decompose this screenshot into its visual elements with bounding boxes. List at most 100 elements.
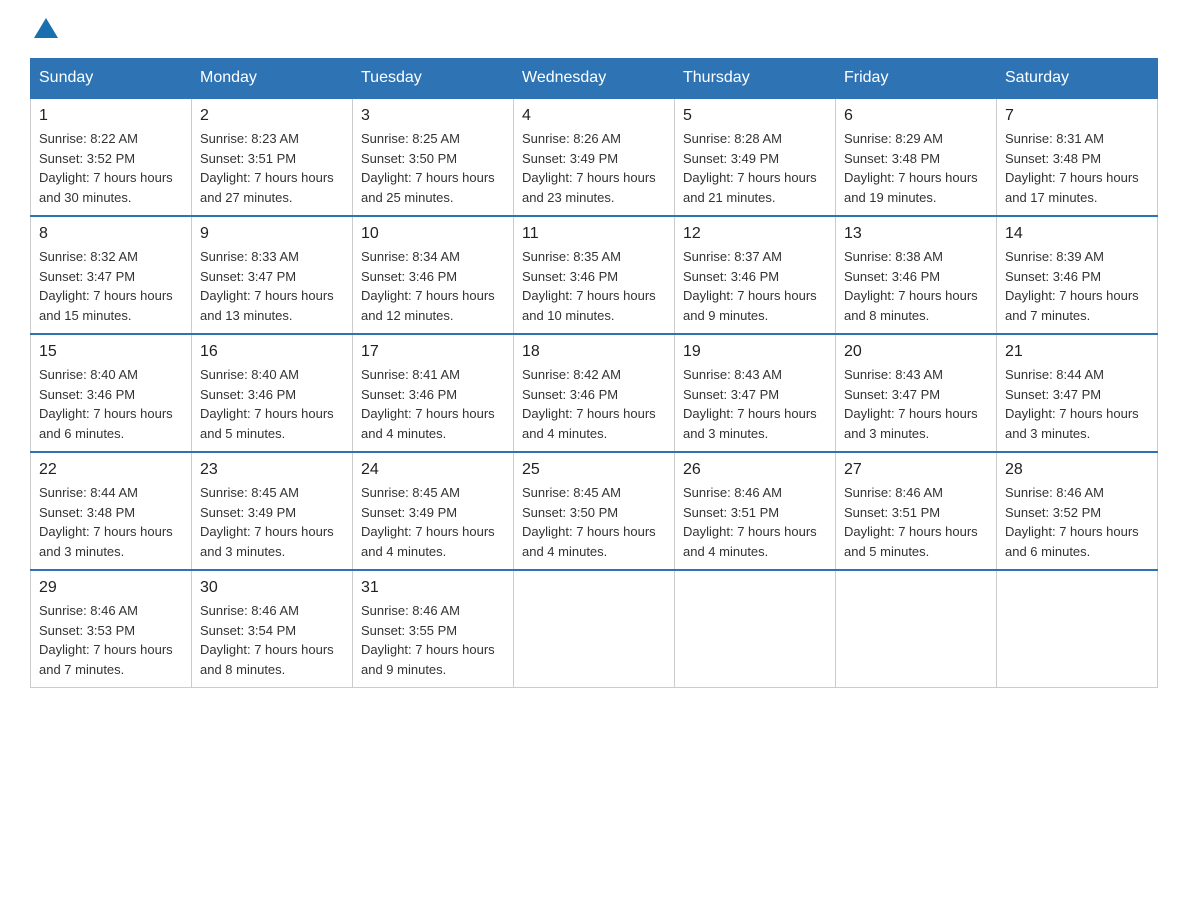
day-cell: 25 Sunrise: 8:45 AMSunset: 3:50 PMDayligh…	[514, 452, 675, 570]
day-cell: 10 Sunrise: 8:34 AMSunset: 3:46 PMDayligh…	[353, 216, 514, 334]
header-day-friday: Friday	[836, 59, 997, 99]
day-info: Sunrise: 8:31 AMSunset: 3:48 PMDaylight:…	[1005, 129, 1149, 207]
day-number: 11	[522, 225, 666, 243]
week-row-5: 29 Sunrise: 8:46 AMSunset: 3:53 PMDayligh…	[31, 570, 1158, 688]
day-number: 22	[39, 461, 183, 479]
logo-triangle-icon	[32, 16, 60, 44]
day-number: 1	[39, 107, 183, 125]
day-cell	[997, 570, 1158, 688]
day-number: 29	[39, 579, 183, 597]
day-number: 24	[361, 461, 505, 479]
day-number: 18	[522, 343, 666, 361]
day-cell: 28 Sunrise: 8:46 AMSunset: 3:52 PMDayligh…	[997, 452, 1158, 570]
week-row-3: 15 Sunrise: 8:40 AMSunset: 3:46 PMDayligh…	[31, 334, 1158, 452]
day-number: 15	[39, 343, 183, 361]
header-day-sunday: Sunday	[31, 59, 192, 99]
day-info: Sunrise: 8:41 AMSunset: 3:46 PMDaylight:…	[361, 365, 505, 443]
day-info: Sunrise: 8:45 AMSunset: 3:50 PMDaylight:…	[522, 483, 666, 561]
day-number: 20	[844, 343, 988, 361]
day-number: 13	[844, 225, 988, 243]
day-info: Sunrise: 8:44 AMSunset: 3:47 PMDaylight:…	[1005, 365, 1149, 443]
day-cell: 30Sunrise: 8:46 AMSunset: 3:54 PMDayligh…	[192, 570, 353, 688]
week-row-2: 8Sunrise: 8:32 AMSunset: 3:47 PMDaylight…	[31, 216, 1158, 334]
day-number: 4	[522, 107, 666, 125]
day-cell: 20Sunrise: 8:43 AMSunset: 3:47 PMDayligh…	[836, 334, 997, 452]
page-header	[30, 20, 1158, 38]
header-day-thursday: Thursday	[675, 59, 836, 99]
day-cell: 19 Sunrise: 8:43 AMSunset: 3:47 PMDayligh…	[675, 334, 836, 452]
day-info: Sunrise: 8:45 AMSunset: 3:49 PMDaylight:…	[361, 483, 505, 561]
day-number: 19	[683, 343, 827, 361]
day-info: Sunrise: 8:46 AMSunset: 3:53 PMDaylight:…	[39, 601, 183, 679]
header-day-tuesday: Tuesday	[353, 59, 514, 99]
day-number: 14	[1005, 225, 1149, 243]
day-info: Sunrise: 8:46 AMSunset: 3:52 PMDaylight:…	[1005, 483, 1149, 561]
day-cell: 5Sunrise: 8:28 AMSunset: 3:49 PMDaylight…	[675, 98, 836, 216]
day-number: 28	[1005, 461, 1149, 479]
day-number: 12	[683, 225, 827, 243]
day-cell: 31Sunrise: 8:46 AMSunset: 3:55 PMDayligh…	[353, 570, 514, 688]
day-cell: 3 Sunrise: 8:25 AMSunset: 3:50 PMDaylight…	[353, 98, 514, 216]
day-info: Sunrise: 8:46 AMSunset: 3:51 PMDaylight:…	[683, 483, 827, 561]
day-cell: 27 Sunrise: 8:46 AMSunset: 3:51 PMDayligh…	[836, 452, 997, 570]
day-cell: 4 Sunrise: 8:26 AMSunset: 3:49 PMDaylight…	[514, 98, 675, 216]
day-number: 7	[1005, 107, 1149, 125]
day-number: 5	[683, 107, 827, 125]
day-cell	[836, 570, 997, 688]
day-cell: 9Sunrise: 8:33 AMSunset: 3:47 PMDaylight…	[192, 216, 353, 334]
day-info: Sunrise: 8:44 AMSunset: 3:48 PMDaylight:…	[39, 483, 183, 561]
day-cell: 15 Sunrise: 8:40 AMSunset: 3:46 PMDayligh…	[31, 334, 192, 452]
day-info: Sunrise: 8:40 AMSunset: 3:46 PMDaylight:…	[39, 365, 183, 443]
day-number: 3	[361, 107, 505, 125]
day-info: Sunrise: 8:34 AMSunset: 3:46 PMDaylight:…	[361, 247, 505, 325]
day-info: Sunrise: 8:45 AMSunset: 3:49 PMDaylight:…	[200, 483, 344, 561]
day-cell: 8Sunrise: 8:32 AMSunset: 3:47 PMDaylight…	[31, 216, 192, 334]
day-info: Sunrise: 8:42 AMSunset: 3:46 PMDaylight:…	[522, 365, 666, 443]
calendar-body: 1 Sunrise: 8:22 AMSunset: 3:52 PMDaylight…	[31, 98, 1158, 688]
header-day-saturday: Saturday	[997, 59, 1158, 99]
day-cell: 13 Sunrise: 8:38 AMSunset: 3:46 PMDayligh…	[836, 216, 997, 334]
day-number: 10	[361, 225, 505, 243]
day-info: Sunrise: 8:46 AMSunset: 3:51 PMDaylight:…	[844, 483, 988, 561]
day-cell: 16Sunrise: 8:40 AMSunset: 3:46 PMDayligh…	[192, 334, 353, 452]
day-info: Sunrise: 8:25 AMSunset: 3:50 PMDaylight:…	[361, 129, 505, 207]
day-cell: 21 Sunrise: 8:44 AMSunset: 3:47 PMDayligh…	[997, 334, 1158, 452]
day-number: 21	[1005, 343, 1149, 361]
day-info: Sunrise: 8:32 AMSunset: 3:47 PMDaylight:…	[39, 247, 183, 325]
day-cell: 1 Sunrise: 8:22 AMSunset: 3:52 PMDaylight…	[31, 98, 192, 216]
day-cell: 26 Sunrise: 8:46 AMSunset: 3:51 PMDayligh…	[675, 452, 836, 570]
day-number: 27	[844, 461, 988, 479]
header-day-monday: Monday	[192, 59, 353, 99]
day-number: 16	[200, 343, 344, 361]
day-number: 26	[683, 461, 827, 479]
day-cell: 2 Sunrise: 8:23 AMSunset: 3:51 PMDaylight…	[192, 98, 353, 216]
day-info: Sunrise: 8:22 AMSunset: 3:52 PMDaylight:…	[39, 129, 183, 207]
day-info: Sunrise: 8:37 AMSunset: 3:46 PMDaylight:…	[683, 247, 827, 325]
day-number: 17	[361, 343, 505, 361]
day-info: Sunrise: 8:46 AMSunset: 3:55 PMDaylight:…	[361, 601, 505, 679]
day-cell: 17 Sunrise: 8:41 AMSunset: 3:46 PMDayligh…	[353, 334, 514, 452]
day-info: Sunrise: 8:23 AMSunset: 3:51 PMDaylight:…	[200, 129, 344, 207]
day-number: 2	[200, 107, 344, 125]
day-cell: 24 Sunrise: 8:45 AMSunset: 3:49 PMDayligh…	[353, 452, 514, 570]
day-info: Sunrise: 8:39 AMSunset: 3:46 PMDaylight:…	[1005, 247, 1149, 325]
day-info: Sunrise: 8:43 AMSunset: 3:47 PMDaylight:…	[683, 365, 827, 443]
day-cell: 12 Sunrise: 8:37 AMSunset: 3:46 PMDayligh…	[675, 216, 836, 334]
week-row-1: 1 Sunrise: 8:22 AMSunset: 3:52 PMDaylight…	[31, 98, 1158, 216]
day-cell: 18 Sunrise: 8:42 AMSunset: 3:46 PMDayligh…	[514, 334, 675, 452]
day-info: Sunrise: 8:35 AMSunset: 3:46 PMDaylight:…	[522, 247, 666, 325]
calendar-header: SundayMondayTuesdayWednesdayThursdayFrid…	[31, 59, 1158, 99]
day-cell: 23 Sunrise: 8:45 AMSunset: 3:49 PMDayligh…	[192, 452, 353, 570]
day-cell	[675, 570, 836, 688]
day-info: Sunrise: 8:33 AMSunset: 3:47 PMDaylight:…	[200, 247, 344, 325]
day-number: 23	[200, 461, 344, 479]
logo	[30, 20, 60, 38]
day-info: Sunrise: 8:29 AMSunset: 3:48 PMDaylight:…	[844, 129, 988, 207]
header-row: SundayMondayTuesdayWednesdayThursdayFrid…	[31, 59, 1158, 99]
day-number: 25	[522, 461, 666, 479]
day-info: Sunrise: 8:38 AMSunset: 3:46 PMDaylight:…	[844, 247, 988, 325]
day-info: Sunrise: 8:46 AMSunset: 3:54 PMDaylight:…	[200, 601, 344, 679]
calendar-table: SundayMondayTuesdayWednesdayThursdayFrid…	[30, 58, 1158, 688]
day-info: Sunrise: 8:26 AMSunset: 3:49 PMDaylight:…	[522, 129, 666, 207]
day-cell	[514, 570, 675, 688]
